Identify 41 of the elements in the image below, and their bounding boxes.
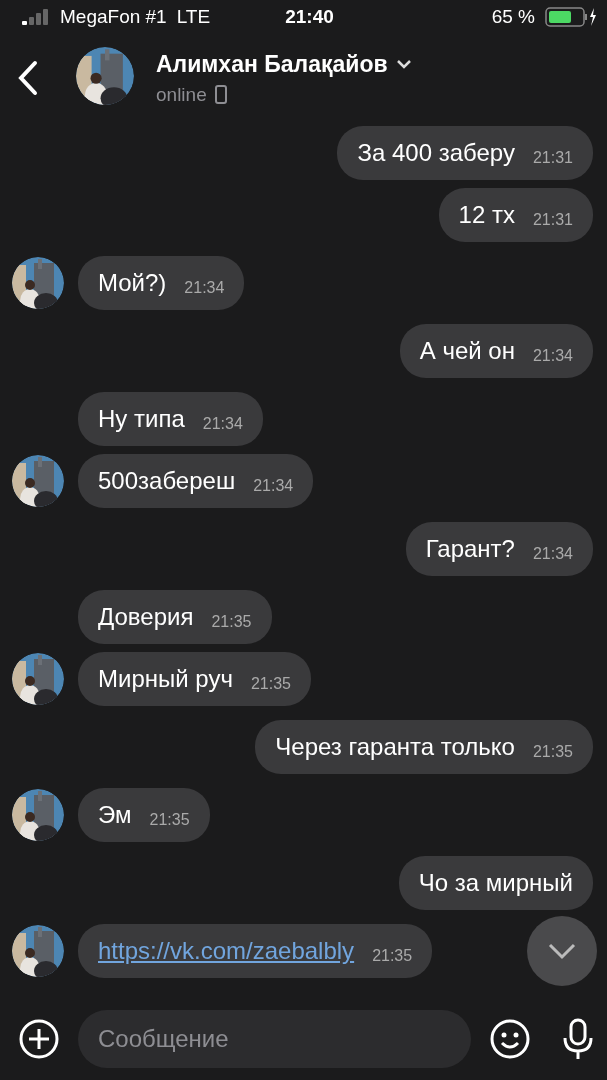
message-text: Мой?) [98, 269, 167, 297]
message-time: 21:35 [211, 613, 252, 631]
signal-icon [22, 9, 50, 25]
message-time: 21:34 [532, 347, 573, 365]
message-time: 21:34 [532, 545, 573, 563]
chevron-down-icon [547, 942, 577, 960]
add-button[interactable] [18, 1018, 60, 1060]
microphone-button[interactable] [561, 1018, 595, 1060]
message-text: Мирный руч [98, 665, 233, 693]
clock: 21:40 [285, 6, 334, 28]
back-button[interactable] [18, 60, 38, 96]
message-text: Доверия [98, 603, 194, 631]
message-time: 21:31 [532, 149, 573, 167]
message-field[interactable]: Сообщение [78, 1010, 471, 1068]
message-text: Ну типа [98, 405, 185, 433]
message-text: Гарант? [425, 535, 515, 563]
network-type: LTE [176, 6, 211, 28]
emoji-button[interactable] [489, 1018, 531, 1060]
online-status: online [156, 83, 207, 106]
message-text: Эм [98, 801, 132, 829]
chevron-down-icon[interactable] [395, 59, 412, 69]
message-time: 21:35 [149, 811, 190, 829]
carrier-name: MegaFon #1 [60, 6, 167, 28]
message-text: А чей он [419, 337, 515, 365]
battery-percent: 65 % [491, 6, 535, 28]
message-text: Через гаранта только [275, 733, 515, 761]
message-text: 12 тх [458, 201, 515, 229]
message-time: 21:35 [532, 743, 573, 761]
contact-name[interactable]: Алимхан Балақайов [156, 50, 388, 78]
message-link[interactable]: https://vk.com/zaebalbly [98, 937, 355, 965]
message-text: Чо за мирный [418, 869, 573, 897]
message-text: 500забереш [98, 467, 236, 495]
message-text: За 400 заберу [357, 139, 515, 167]
phone-icon [214, 85, 227, 104]
message-time: 21:34 [184, 279, 225, 297]
battery-icon [545, 7, 597, 27]
message-time: 21:35 [372, 947, 413, 965]
message-time: 21:31 [532, 211, 573, 229]
message-time: 21:34 [202, 415, 243, 433]
message-time: 21:35 [250, 675, 291, 693]
message-time: 21:34 [253, 477, 294, 495]
